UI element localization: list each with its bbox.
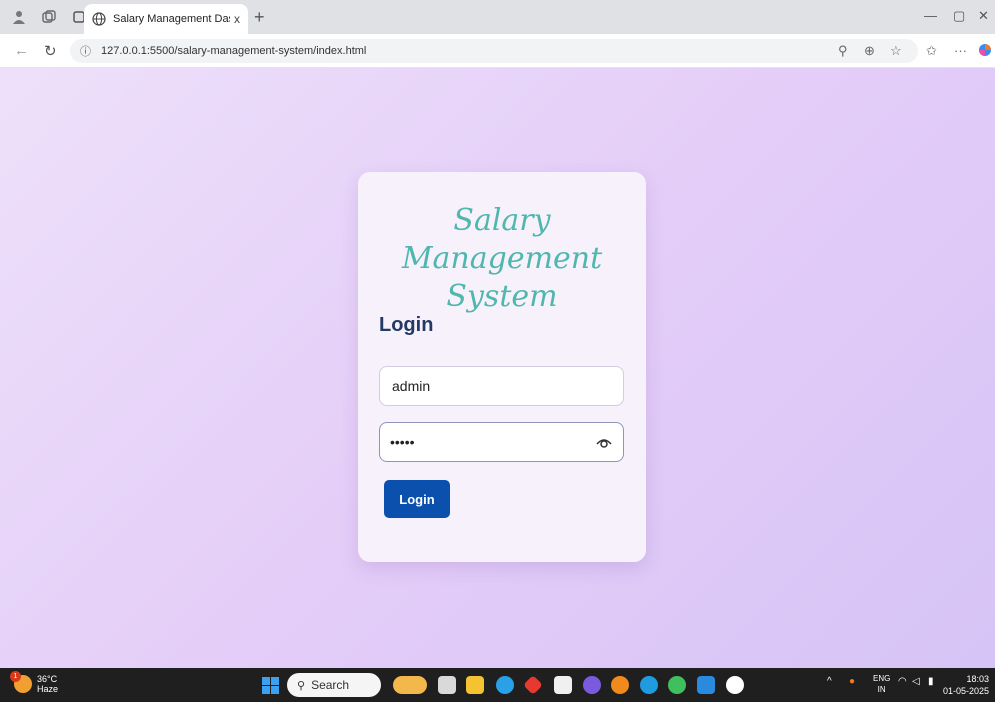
profile-icon[interactable] — [8, 6, 30, 28]
workspaces-icon[interactable] — [38, 6, 60, 28]
login-card: Salary Management System Login ••••• Log… — [358, 172, 646, 562]
windows-start-icon[interactable] — [262, 677, 279, 694]
copilot-icon[interactable] — [978, 43, 992, 60]
back-arrow-icon[interactable]: ← — [14, 42, 29, 59]
widgets-icon[interactable] — [393, 676, 427, 694]
globe-icon — [92, 12, 106, 26]
tab-title: Salary Management Dashboard — [113, 13, 230, 25]
username-input[interactable] — [390, 377, 613, 395]
maximize-icon[interactable]: ▢ — [953, 8, 965, 24]
zoom-icon[interactable]: ⊕ — [864, 43, 875, 59]
region: IN — [877, 685, 886, 694]
time: 18:03 — [966, 674, 989, 684]
show-password-eye-icon[interactable] — [595, 435, 613, 449]
more-options-icon[interactable]: ··· — [954, 43, 967, 58]
key-icon[interactable]: ⚲ — [838, 43, 848, 59]
app-icon[interactable] — [583, 676, 601, 694]
address-bar[interactable]: ⓘ 127.0.0.1:5500/salary-management-syste… — [70, 39, 918, 63]
language: ENG — [873, 674, 891, 683]
favorites-list-icon[interactable]: ✩ — [926, 43, 937, 59]
chrome-dev-icon[interactable] — [496, 676, 514, 694]
url-text: 127.0.0.1:5500/salary-management-system/… — [101, 45, 367, 57]
password-input[interactable]: ••••• — [390, 434, 595, 450]
page-background: Salary Management System Login ••••• Log… — [0, 68, 995, 668]
search-label: Search — [311, 678, 350, 692]
calendar-app-icon[interactable] — [554, 676, 572, 694]
wifi-icon[interactable]: ◠ — [898, 676, 907, 687]
search-icon: ⚲ — [297, 679, 306, 692]
task-view-icon[interactable] — [438, 676, 456, 694]
date: 01-05-2025 — [942, 686, 989, 696]
firefox-icon[interactable] — [611, 676, 629, 694]
temperature: 36°C — [37, 674, 58, 684]
weather-condition: Haze — [37, 684, 59, 694]
git-icon[interactable] — [523, 675, 543, 695]
address-bar-row: ← ↻ ⓘ 127.0.0.1:5500/salary-management-s… — [0, 34, 995, 68]
taskbar: 1 36°C Haze ⚲ Search ^ ● ENG IN ◠ ◁ ▮ 18… — [0, 668, 995, 702]
clock[interactable]: 18:03 01-05-2025 — [943, 673, 989, 697]
tray-app-icon[interactable]: ● — [849, 676, 855, 687]
vscode-icon[interactable] — [697, 676, 715, 694]
app-circle-icon[interactable] — [726, 676, 744, 694]
language-indicator[interactable]: ENG IN — [873, 673, 890, 695]
file-explorer-icon[interactable] — [466, 676, 484, 694]
weather-widget[interactable]: 1 36°C Haze — [10, 671, 59, 694]
login-button[interactable]: Login — [384, 480, 450, 518]
minimize-icon[interactable]: — — [924, 8, 937, 23]
favorite-star-icon[interactable]: ☆ — [890, 43, 902, 59]
volume-icon[interactable]: ◁ — [912, 676, 920, 687]
app-title: Salary Management System — [401, 203, 603, 314]
login-heading: Login — [379, 314, 434, 336]
close-tab-icon[interactable]: x — [234, 12, 240, 26]
password-field[interactable]: ••••• — [379, 422, 624, 462]
edge-icon[interactable] — [640, 676, 658, 694]
weather-sun-icon: 1 — [10, 671, 32, 693]
taskbar-search[interactable]: ⚲ Search — [287, 673, 381, 697]
show-hidden-icons-icon[interactable]: ^ — [827, 676, 832, 687]
new-tab-button[interactable]: + — [254, 7, 265, 28]
weather-badge: 1 — [10, 671, 21, 682]
battery-icon[interactable]: ▮ — [928, 676, 934, 687]
browser-tab[interactable]: Salary Management Dashboard x — [84, 4, 248, 34]
site-info-icon[interactable]: ⓘ — [80, 43, 91, 59]
close-window-icon[interactable]: ✕ — [978, 8, 989, 24]
username-field[interactable] — [379, 366, 624, 406]
chrome-icon[interactable] — [668, 676, 686, 694]
refresh-icon[interactable]: ↻ — [44, 42, 57, 60]
